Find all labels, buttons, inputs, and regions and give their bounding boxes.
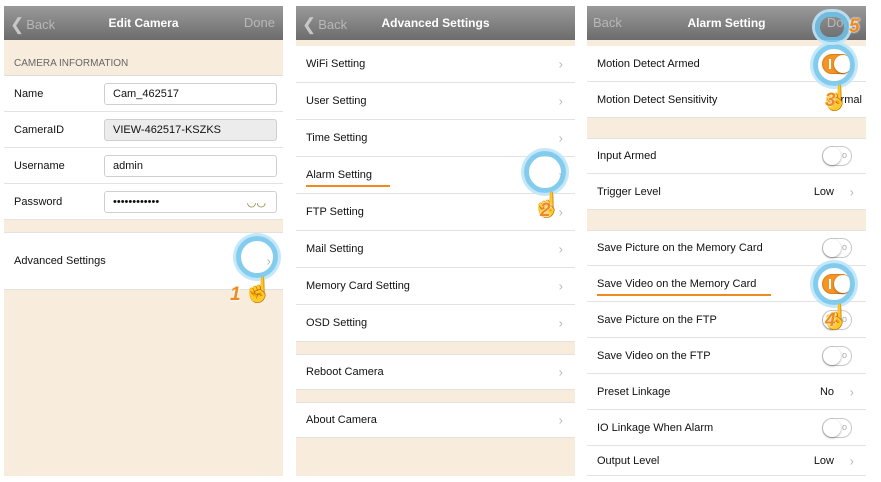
chevron-right-icon: › — [849, 184, 854, 199]
chevron-right-icon: › — [849, 384, 854, 399]
highlight-underline — [306, 185, 390, 187]
chevron-right-icon: › — [558, 278, 563, 294]
step-number: 2 — [540, 200, 551, 221]
highlight-ring — [236, 236, 278, 278]
step-number: 5 — [849, 16, 860, 37]
menu-item-osd[interactable]: OSD Setting › — [296, 305, 575, 342]
page-title: Advanced Settings — [381, 16, 490, 30]
about-camera-row[interactable]: About Camera › — [296, 402, 575, 438]
step-number: 3 — [825, 90, 836, 111]
camera-id-field: VIEW-462517-KSZKS — [104, 118, 277, 141]
menu-item-time[interactable]: Time Setting › — [296, 120, 575, 157]
highlight-ring — [813, 263, 855, 305]
input-armed-row: Input Armed o — [587, 138, 866, 174]
step-number: 1 — [230, 284, 241, 305]
preset-linkage-row[interactable]: Preset Linkage No › — [587, 374, 866, 410]
highlight-ring — [815, 12, 849, 42]
chevron-right-icon: › — [558, 93, 563, 109]
password-row: Password •••••••••••• ◡◡ — [4, 184, 283, 220]
chevron-right-icon: › — [558, 315, 563, 331]
password-field[interactable]: •••••••••••• ◡◡ — [104, 190, 277, 213]
advanced-settings-screen: ❮ Back Advanced Settings WiFi Setting › Us… — [296, 6, 575, 476]
alarm-setting-screen: Back Alarm Setting Done Motion Detect Ar… — [587, 6, 866, 476]
navigation-bar: ❮ Back Advanced Settings — [296, 6, 575, 40]
save-video-ftp-toggle[interactable]: o — [822, 345, 852, 366]
navigation-bar: ❮ Back Edit Camera Done — [4, 6, 283, 40]
highlight-underline — [597, 294, 771, 296]
chevron-right-icon: › — [849, 453, 854, 468]
io-linkage-toggle[interactable]: o — [822, 417, 852, 438]
input-armed-toggle[interactable]: o — [822, 146, 852, 166]
eye-icon[interactable]: ◡◡ — [247, 193, 266, 213]
menu-item-user[interactable]: User Setting › — [296, 83, 575, 120]
highlight-ring — [524, 151, 566, 193]
chevron-right-icon: › — [558, 412, 563, 428]
name-row: Name Cam_462517 — [4, 76, 283, 112]
chevron-right-icon: › — [558, 241, 563, 257]
highlight-ring — [813, 44, 855, 86]
username-row: Username admin — [4, 148, 283, 184]
section-header: CAMERA INFORMATION — [4, 52, 283, 76]
camera-id-row: CameraID VIEW-462517-KSZKS — [4, 112, 283, 148]
save-picture-memory-card-toggle[interactable]: o — [822, 238, 852, 258]
trigger-level-row[interactable]: Trigger Level Low › — [587, 174, 866, 210]
done-button[interactable]: Done — [244, 15, 275, 30]
page-title: Edit Camera — [108, 16, 179, 30]
step-number: 4 — [825, 310, 836, 331]
menu-item-wifi[interactable]: WiFi Setting › — [296, 46, 575, 83]
name-field[interactable]: Cam_462517 — [104, 82, 277, 105]
username-field[interactable]: admin — [104, 154, 277, 177]
menu-item-memory-card[interactable]: Memory Card Setting › — [296, 268, 575, 305]
chevron-right-icon: › — [558, 364, 563, 380]
save-picture-memory-card-row: Save Picture on the Memory Card o — [587, 230, 866, 266]
io-linkage-row: IO Linkage When Alarm o — [587, 410, 866, 446]
menu-item-mail[interactable]: Mail Setting › — [296, 231, 575, 268]
pointing-hand-icon: ☝ — [243, 277, 273, 304]
chevron-right-icon: › — [558, 130, 563, 146]
output-level-row[interactable]: Output Level Low › — [587, 446, 866, 476]
chevron-right-icon: › — [558, 56, 563, 72]
save-video-ftp-row: Save Video on the FTP o — [587, 338, 866, 374]
edit-camera-screen: ❮ Back Edit Camera Done CAMERA INFORMATIO… — [4, 6, 283, 476]
reboot-camera-button[interactable]: Reboot Camera › — [296, 354, 575, 390]
